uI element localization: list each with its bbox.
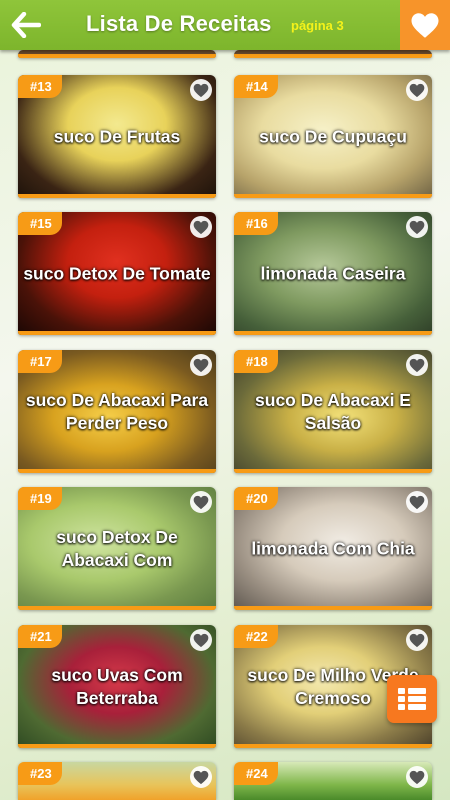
recipe-number-badge: #24 — [234, 762, 278, 785]
recipe-number-badge: #20 — [234, 487, 278, 510]
recipe-card[interactable]: #13 suco De Frutas — [18, 75, 216, 198]
recipe-name: suco Detox De Tomate — [23, 263, 211, 283]
recipe-number-badge: #15 — [18, 212, 62, 235]
card-accent-bar — [234, 331, 432, 335]
recipe-name: suco De Abacaxi Para Perder Peso — [25, 389, 209, 433]
card-accent-bar — [18, 54, 216, 58]
heart-icon — [411, 12, 439, 38]
favorite-heart-button[interactable] — [406, 216, 428, 238]
recipe-number-badge: #16 — [234, 212, 278, 235]
heart-icon — [193, 495, 209, 509]
recipe-card[interactable]: #19 suco Detox De Abacaxi Com — [18, 487, 216, 610]
card-accent-bar — [234, 606, 432, 610]
recipe-number-badge: #22 — [234, 625, 278, 648]
recipe-card-previous-left[interactable] — [18, 50, 216, 58]
favorites-button[interactable] — [400, 0, 450, 50]
recipe-number-badge: #23 — [18, 762, 62, 785]
recipe-name: suco De Cupuaçu — [259, 126, 407, 146]
favorite-heart-button[interactable] — [190, 766, 212, 788]
recipe-name: suco De Frutas — [53, 126, 181, 146]
card-accent-bar — [18, 606, 216, 610]
recipe-name: suco De Abacaxi E Salsão — [255, 389, 411, 433]
heart-icon — [193, 633, 209, 647]
recipe-number-badge: #21 — [18, 625, 62, 648]
app-header: Lista De Receitas página 3 — [0, 0, 450, 50]
recipe-card[interactable]: #18 suco De Abacaxi E Salsão — [234, 350, 432, 473]
recipe-name: suco Uvas Com Beterraba — [51, 664, 183, 708]
heart-icon — [193, 770, 209, 784]
favorite-heart-button[interactable] — [406, 629, 428, 651]
page-number-label: página 3 — [291, 18, 344, 33]
recipe-number-badge: #17 — [18, 350, 62, 373]
card-accent-bar — [234, 744, 432, 748]
heart-icon — [193, 220, 209, 234]
arrow-left-icon — [11, 12, 41, 38]
card-accent-bar — [18, 469, 216, 473]
heart-icon — [409, 770, 425, 784]
favorite-heart-button[interactable] — [190, 629, 212, 651]
favorite-heart-button[interactable] — [190, 79, 212, 101]
favorite-heart-button[interactable] — [190, 491, 212, 513]
favorite-heart-button[interactable] — [190, 216, 212, 238]
recipe-number-badge: #14 — [234, 75, 278, 98]
recipe-card[interactable]: #20 limonada Com Chia — [234, 487, 432, 610]
recipe-number-badge: #18 — [234, 350, 278, 373]
heart-icon — [409, 220, 425, 234]
list-menu-icon — [398, 688, 426, 710]
card-accent-bar — [18, 331, 216, 335]
heart-icon — [409, 83, 425, 97]
card-accent-bar — [18, 194, 216, 198]
recipe-card[interactable]: #21 suco Uvas Com Beterraba — [18, 625, 216, 748]
card-accent-bar — [234, 469, 432, 473]
recipe-name: limonada Com Chia — [251, 538, 415, 558]
card-accent-bar — [18, 744, 216, 748]
recipe-number-badge: #19 — [18, 487, 62, 510]
recipe-name: limonada Caseira — [260, 263, 406, 283]
heart-icon — [193, 83, 209, 97]
recipe-number-badge: #13 — [18, 75, 62, 98]
page-title: Lista De Receitas — [86, 11, 272, 36]
heart-icon — [193, 358, 209, 372]
favorite-heart-button[interactable] — [406, 354, 428, 376]
heart-icon — [409, 633, 425, 647]
recipe-card[interactable]: #16 limonada Caseira — [234, 212, 432, 335]
recipe-card[interactable]: #23 — [18, 762, 216, 800]
recipe-card[interactable]: #24 — [234, 762, 432, 800]
card-accent-bar — [234, 194, 432, 198]
heart-icon — [409, 358, 425, 372]
card-accent-bar — [234, 54, 432, 58]
favorite-heart-button[interactable] — [406, 491, 428, 513]
recipe-card[interactable]: #14 suco De Cupuaçu — [234, 75, 432, 198]
list-menu-button[interactable] — [387, 675, 437, 723]
recipe-name: suco Detox De Abacaxi Com — [56, 526, 178, 570]
heart-icon — [409, 495, 425, 509]
favorite-heart-button[interactable] — [406, 79, 428, 101]
recipe-card-previous-right[interactable] — [234, 50, 432, 58]
favorite-heart-button[interactable] — [406, 766, 428, 788]
back-button[interactable] — [6, 6, 46, 44]
recipe-card[interactable]: #15 suco Detox De Tomate — [18, 212, 216, 335]
recipe-card[interactable]: #17 suco De Abacaxi Para Perder Peso — [18, 350, 216, 473]
favorite-heart-button[interactable] — [190, 354, 212, 376]
